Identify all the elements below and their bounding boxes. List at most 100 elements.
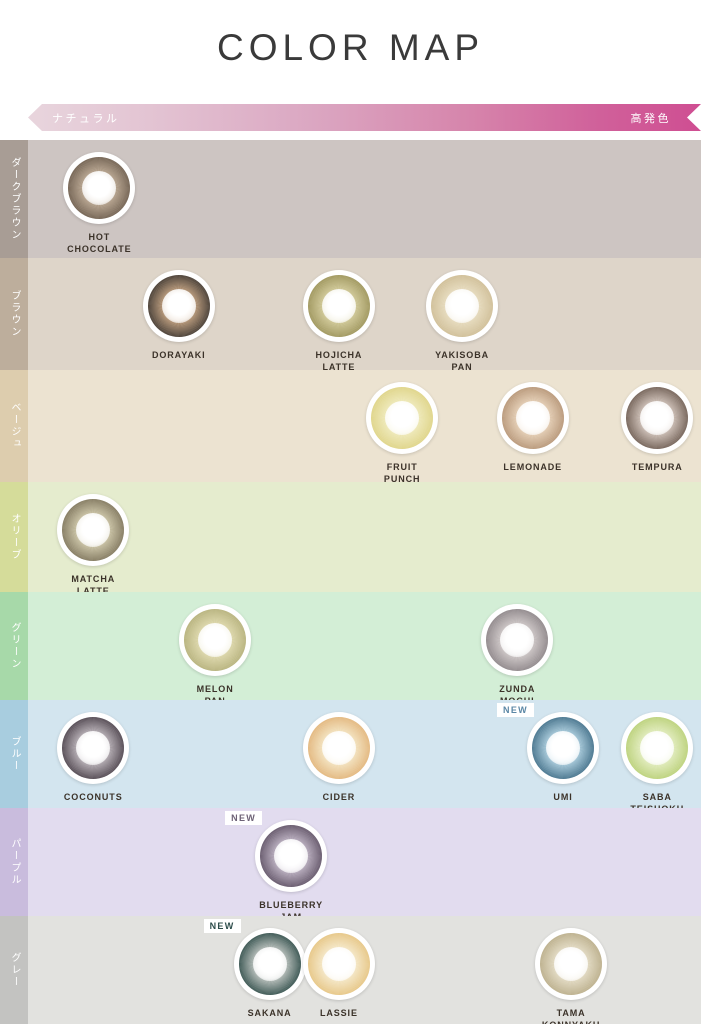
page-title: COLOR MAP bbox=[216, 27, 485, 68]
lens-item[interactable]: COCONUTS bbox=[40, 712, 146, 803]
lens-center-highlight bbox=[321, 289, 356, 323]
lens-thumbnail[interactable] bbox=[302, 928, 375, 1000]
row-band-olive: MATCHA LATTE bbox=[28, 482, 701, 596]
contact-lens-icon bbox=[302, 270, 375, 342]
contact-lens-icon bbox=[57, 494, 130, 566]
color-row-olive: オリーブ MATCHA LATTE bbox=[0, 482, 701, 596]
contact-lens-icon bbox=[527, 712, 600, 784]
lens-thumbnail[interactable] bbox=[179, 604, 252, 676]
lens-name-label: UMI bbox=[553, 792, 573, 802]
lens-thumbnail[interactable] bbox=[302, 712, 375, 784]
lens-name-label: LEMONADE bbox=[503, 462, 563, 472]
row-label-brown: ブラウン bbox=[0, 258, 28, 370]
lens-item[interactable]: YAKISOBA PAN bbox=[409, 270, 515, 373]
lens-item[interactable]: HOJICHA LATTE bbox=[286, 270, 392, 373]
contact-lens-icon bbox=[255, 820, 328, 892]
contact-lens-icon bbox=[142, 270, 215, 342]
lens-center-highlight bbox=[76, 513, 111, 547]
lens-center-highlight bbox=[76, 731, 111, 765]
color-row-brown: ブラウン DORAYAKI HOJICHA LATTE YAKISOBA PAN bbox=[0, 258, 701, 373]
row-label-beige: ベージュ bbox=[0, 370, 28, 482]
color-row-grey: グレーNEWSAKANALASSIETAMA KONNYAKU bbox=[0, 916, 701, 1024]
lens-name-label: DORAYAKI bbox=[151, 350, 206, 360]
lens-item[interactable]: TAMA KONNYAKU bbox=[518, 928, 624, 1024]
row-label-dark-brown: ダークブラウン bbox=[0, 140, 28, 258]
row-band-grey: NEWSAKANALASSIETAMA KONNYAKU bbox=[28, 916, 701, 1024]
row-label-text: グレー bbox=[9, 952, 20, 988]
lens-thumbnail[interactable] bbox=[535, 928, 608, 1000]
row-label-green: グリーン bbox=[0, 592, 28, 700]
row-label-grey: グレー bbox=[0, 916, 28, 1024]
lens-thumbnail[interactable]: NEW bbox=[225, 811, 328, 892]
lens-thumbnail[interactable] bbox=[63, 152, 136, 224]
contact-lens-icon bbox=[621, 712, 694, 784]
lens-item[interactable]: NEW UMI bbox=[497, 703, 616, 803]
lens-name-label: TAMA KONNYAKU bbox=[542, 1008, 599, 1024]
lens-item[interactable]: LEMONADE bbox=[480, 382, 586, 473]
row-label-text: ダークブラウン bbox=[9, 157, 20, 241]
lens-center-highlight bbox=[198, 623, 233, 657]
scale-label-natural: ナチュラル bbox=[52, 111, 120, 125]
scale-label-vivid: 高発色 bbox=[630, 111, 671, 125]
lens-item[interactable]: HOT CHOCOLATE bbox=[46, 152, 152, 255]
lens-thumbnail[interactable]: NEW bbox=[497, 703, 600, 784]
lens-item[interactable]: TEMPURA bbox=[604, 382, 701, 473]
row-label-text: ベージュ bbox=[9, 402, 20, 450]
lens-item[interactable]: DORAYAKI bbox=[126, 270, 232, 361]
lens-center-highlight bbox=[82, 171, 117, 205]
row-label-olive: オリーブ bbox=[0, 482, 28, 592]
lens-thumbnail[interactable] bbox=[621, 712, 694, 784]
row-label-text: ブラウン bbox=[9, 290, 20, 338]
lens-thumbnail[interactable] bbox=[57, 494, 130, 566]
lens-thumbnail[interactable] bbox=[496, 382, 569, 454]
lens-item[interactable]: LASSIE bbox=[286, 928, 392, 1019]
lens-thumbnail[interactable] bbox=[366, 382, 439, 454]
contact-lens-icon bbox=[426, 270, 499, 342]
lens-center-highlight bbox=[640, 731, 675, 765]
lens-name-label: CIDER bbox=[322, 792, 356, 802]
row-label-purple: パープル bbox=[0, 808, 28, 916]
lens-center-highlight bbox=[640, 401, 675, 435]
lens-name-label: COCONUTS bbox=[63, 792, 123, 802]
page-header: COLOR MAP bbox=[0, 0, 701, 96]
row-label-text: パープル bbox=[9, 838, 20, 886]
lens-item[interactable]: CIDER bbox=[286, 712, 392, 803]
lens-center-highlight bbox=[385, 401, 420, 435]
lens-center-highlight bbox=[321, 947, 356, 981]
lens-thumbnail[interactable] bbox=[302, 270, 375, 342]
lens-item[interactable]: MELON PAN bbox=[162, 604, 268, 707]
color-row-dark-brown: ダークブラウン HOT CHOCOLATE bbox=[0, 140, 701, 258]
lens-center-highlight bbox=[515, 401, 550, 435]
lens-thumbnail[interactable] bbox=[57, 712, 130, 784]
row-band-blue: COCONUTS CIDER NEW UMI SABA TEISHOKU bbox=[28, 700, 701, 814]
lens-thumbnail[interactable] bbox=[426, 270, 499, 342]
lens-item[interactable]: ZUNDA MOCHI bbox=[464, 604, 570, 707]
lens-item[interactable]: FRUIT PUNCH bbox=[349, 382, 455, 485]
contact-lens-icon bbox=[179, 604, 252, 676]
color-row-beige: ベージュ FRUIT PUNCH LEMONADE TEMPURA bbox=[0, 370, 701, 485]
lens-item[interactable]: NEWBLUEBERRY JAM bbox=[225, 811, 344, 923]
contact-lens-icon bbox=[496, 382, 569, 454]
color-row-purple: パープル NEWBLUEBERRY JAM bbox=[0, 808, 701, 922]
lens-item[interactable]: MATCHA LATTE bbox=[40, 494, 146, 597]
lens-center-highlight bbox=[554, 947, 589, 981]
lens-center-highlight bbox=[274, 839, 309, 873]
row-band-green: MELON PAN ZUNDA MOCHI bbox=[28, 592, 701, 706]
lens-center-highlight bbox=[500, 623, 535, 657]
lens-item[interactable]: SABA TEISHOKU bbox=[604, 712, 701, 815]
color-row-blue: ブルー COCONUTS CIDER NEW UMI SABA TEISHOKU bbox=[0, 700, 701, 814]
lens-center-highlight bbox=[252, 947, 287, 981]
row-band-dark-brown: HOT CHOCOLATE bbox=[28, 140, 701, 258]
row-band-brown: DORAYAKI HOJICHA LATTE YAKISOBA PAN bbox=[28, 258, 701, 373]
contact-lens-icon bbox=[63, 152, 136, 224]
lens-name-label: HOT CHOCOLATE bbox=[67, 232, 132, 254]
row-band-purple: NEWBLUEBERRY JAM bbox=[28, 808, 701, 922]
lens-thumbnail[interactable] bbox=[142, 270, 215, 342]
new-badge: NEW bbox=[497, 703, 534, 717]
row-label-text: オリーブ bbox=[9, 513, 20, 561]
lens-center-highlight bbox=[445, 289, 480, 323]
lens-name-label: TEMPURA bbox=[631, 462, 683, 472]
new-badge: NEW bbox=[203, 919, 241, 933]
lens-thumbnail[interactable] bbox=[621, 382, 694, 454]
lens-thumbnail[interactable] bbox=[481, 604, 554, 676]
